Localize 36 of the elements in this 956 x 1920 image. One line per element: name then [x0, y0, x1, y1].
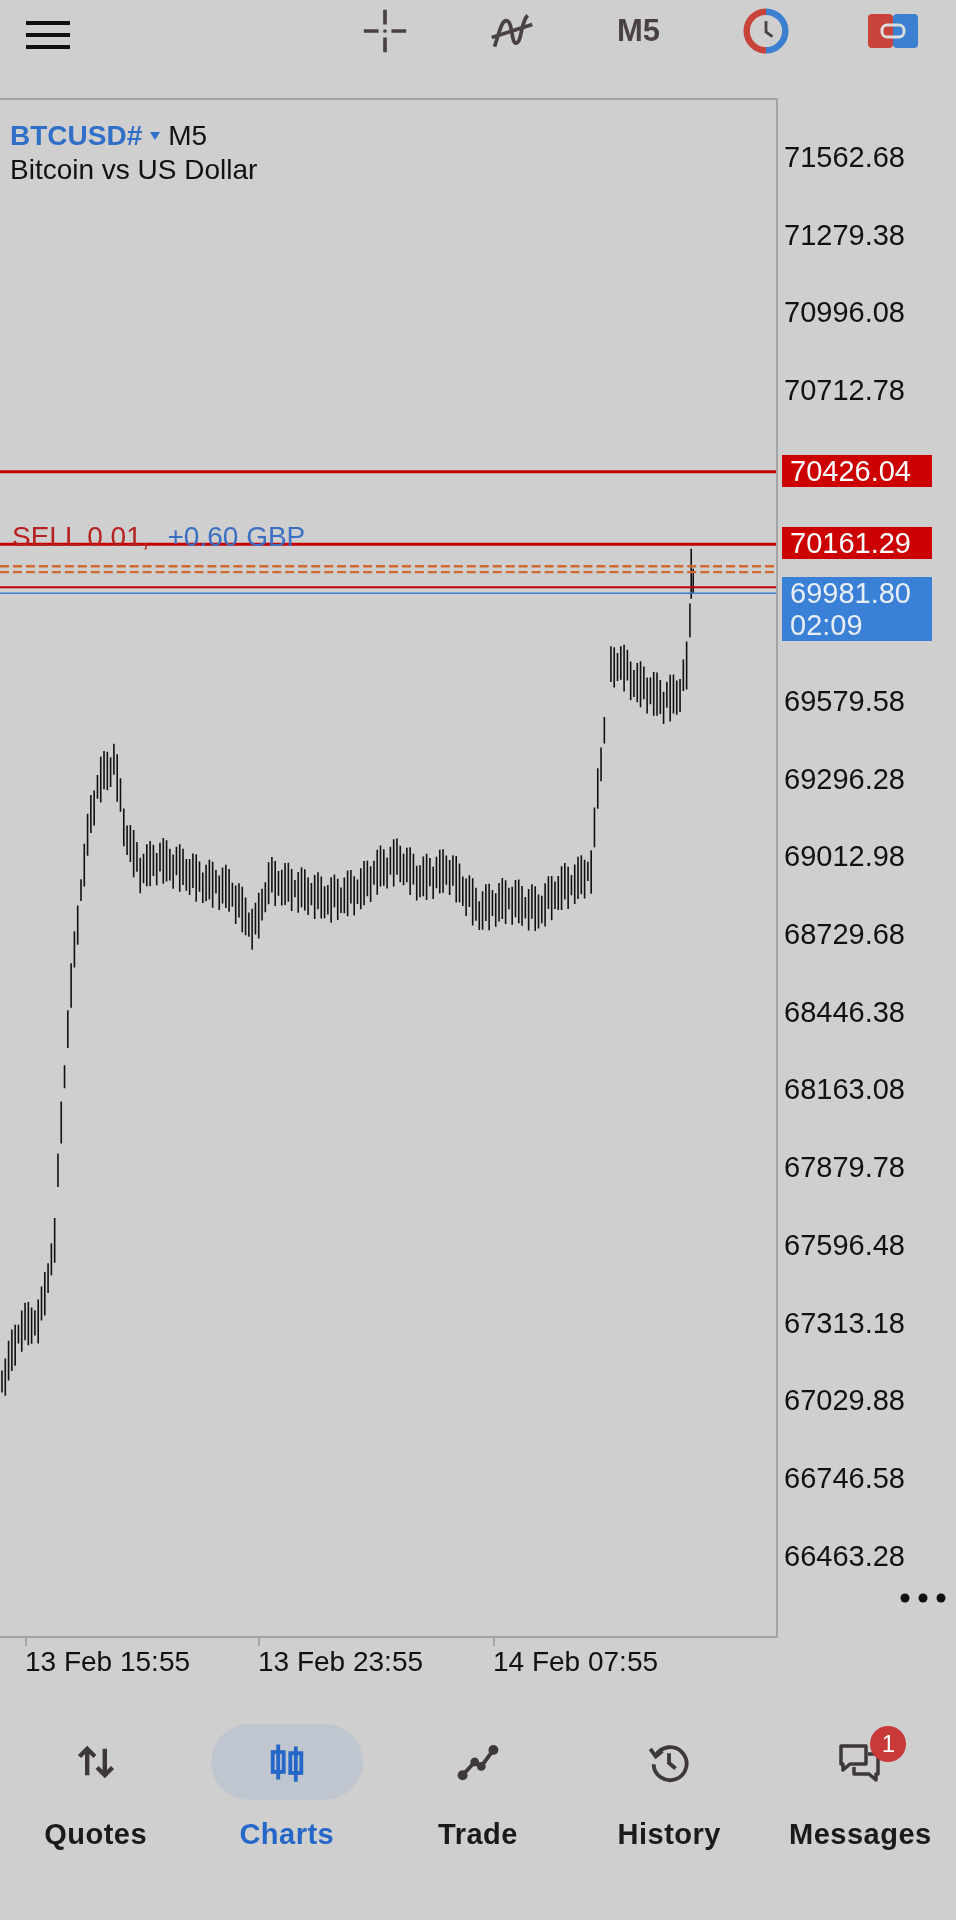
price-axis-label: 69012.98	[784, 840, 905, 874]
timeframe-button[interactable]: M5	[575, 13, 702, 49]
dropdown-caret-icon[interactable]	[150, 132, 161, 140]
price-axis-label: 70712.78	[784, 374, 905, 408]
bid-price: 69981.80	[790, 576, 912, 609]
nav-tab[interactable]: History	[573, 1724, 765, 1874]
price-axis-label: 69579.58	[784, 684, 905, 718]
nav-tab[interactable]: 1 Messages	[764, 1724, 956, 1874]
price-axis-label: 71279.38	[784, 218, 905, 252]
price-axis-label: 66463.28	[784, 1539, 905, 1573]
symbol-description: Bitcoin vs US Dollar	[10, 154, 258, 186]
nav-tab[interactable]: Quotes	[0, 1724, 192, 1874]
unread-badge: 1	[870, 1726, 907, 1762]
time-axis-label: 14 Feb 07:55	[493, 1646, 659, 1678]
clock-icon[interactable]	[740, 8, 791, 54]
price-axis-label: 68163.08	[784, 1073, 905, 1107]
price-axis-label: 68446.38	[784, 995, 905, 1029]
price-axis-label: 67596.48	[784, 1228, 905, 1262]
price-axis-label: 69296.28	[784, 762, 905, 796]
price-axis-label: 67313.18	[784, 1306, 905, 1340]
price-axis-label: 70996.08	[784, 296, 905, 330]
more-icon[interactable]	[900, 1593, 946, 1603]
price-axis-label: 67879.78	[784, 1151, 905, 1185]
time-axis-label: 13 Feb 15:55	[25, 1646, 191, 1678]
price-axis-label: 67029.88	[784, 1384, 905, 1418]
time-axis-label: 13 Feb 23:55	[258, 1646, 424, 1678]
timeframe-label: M5	[168, 120, 208, 152]
price-level-label: 70426.04	[782, 454, 932, 487]
price-axis-label: 68729.68	[784, 918, 905, 951]
nav-tab[interactable]: Trade	[382, 1724, 574, 1874]
menu-icon[interactable]	[26, 20, 70, 50]
price-axis-label: 71562.68	[784, 141, 905, 174]
bar-timer: 02:09	[790, 608, 864, 641]
price-level-label: 70161.29	[782, 527, 932, 560]
price-axis-label: 66746.58	[784, 1461, 905, 1495]
nav-tab[interactable]: Charts	[191, 1724, 383, 1874]
